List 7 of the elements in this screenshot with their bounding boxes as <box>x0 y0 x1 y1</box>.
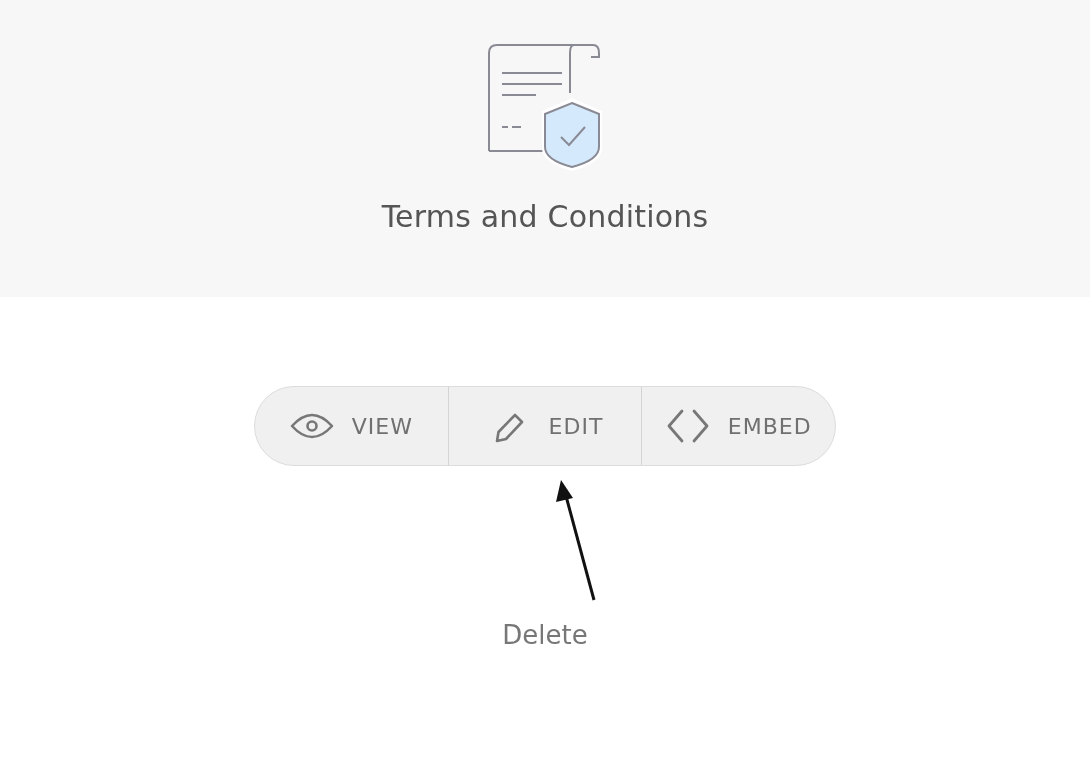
embed-button[interactable]: EMBED <box>641 387 835 465</box>
edit-button[interactable]: EDIT <box>447 387 642 465</box>
document-shield-icon <box>487 43 603 173</box>
delete-link[interactable]: Delete <box>502 620 588 650</box>
page-title: Terms and Conditions <box>381 199 709 234</box>
view-button[interactable]: VIEW <box>255 387 448 465</box>
code-icon <box>665 408 710 444</box>
